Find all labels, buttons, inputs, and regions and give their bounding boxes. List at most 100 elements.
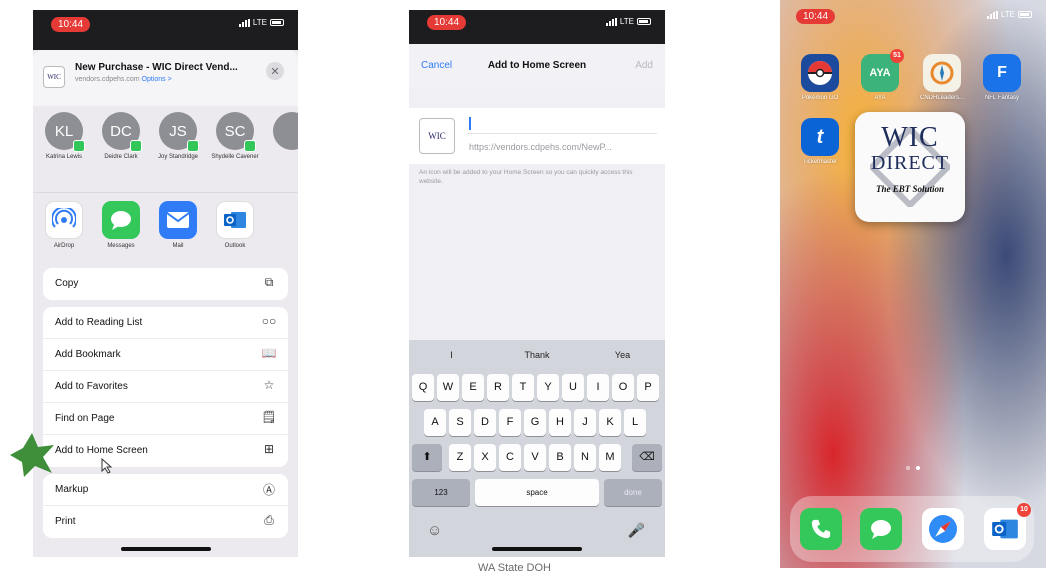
battery-icon — [1018, 11, 1032, 18]
action-add-to-reading-list[interactable]: Add to Reading List ○○ — [43, 307, 288, 339]
action-print[interactable]: Print ⎙ — [43, 506, 288, 538]
watermark-text: WA State DOH — [478, 562, 551, 574]
app-mail[interactable]: Mail — [153, 201, 203, 249]
action-add-bookmark[interactable]: Add Bookmark 📖 — [43, 339, 288, 371]
app-messages[interactable]: Messages — [96, 201, 146, 249]
messages-icon[interactable] — [860, 508, 902, 550]
mail-icon — [159, 201, 197, 239]
messages-badge-icon — [244, 140, 256, 152]
app-nfl-fantasy[interactable]: F NFL Fantasy — [974, 54, 1030, 101]
key-g[interactable]: G — [524, 409, 546, 436]
wic-line-2: DIRECT — [870, 152, 950, 174]
action-group-copy: Copy ⧉ — [43, 268, 288, 300]
hint-text: An icon will be added to your Home Scree… — [419, 169, 633, 185]
share-header: WIC New Purchase - WIC Direct Vend... ve… — [33, 50, 298, 106]
network-label: LTE — [1000, 10, 1015, 19]
key-n[interactable]: N — [574, 444, 596, 471]
key-y[interactable]: Y — [537, 374, 559, 401]
status-bar-area: 10:44 LTE — [409, 10, 665, 44]
key-r[interactable]: R — [487, 374, 509, 401]
phone-icon[interactable] — [800, 508, 842, 550]
messages-badge-icon — [187, 140, 199, 152]
key-k[interactable]: K — [599, 409, 621, 436]
outlook-icon — [216, 201, 254, 239]
status-bar-area: 10:44 LTE — [780, 6, 1046, 34]
key-l[interactable]: L — [624, 409, 646, 436]
action-add-to-favorites[interactable]: Add to Favorites ☆ — [43, 371, 288, 403]
page-indicator[interactable] — [780, 466, 1046, 470]
action-copy[interactable]: Copy ⧉ — [43, 268, 288, 300]
key-e[interactable]: E — [462, 374, 484, 401]
key-d[interactable]: D — [474, 409, 496, 436]
key-u[interactable]: U — [562, 374, 584, 401]
messages-badge-icon — [73, 140, 85, 152]
close-icon[interactable]: ✕ — [266, 62, 284, 80]
emoji-icon[interactable]: ☺ — [427, 522, 442, 539]
add-button[interactable]: Add — [635, 60, 653, 71]
key-o[interactable]: O — [612, 374, 634, 401]
contact-shydelle-cavener[interactable]: SC Shydelle Cavener — [210, 112, 260, 161]
key-x[interactable]: X — [474, 444, 496, 471]
key-v[interactable]: V — [524, 444, 546, 471]
suggestion-3[interactable]: Yea — [580, 340, 665, 370]
network-label: LTE — [619, 17, 634, 26]
star-icon: ☆ — [263, 378, 275, 392]
contact-partial[interactable] — [267, 112, 298, 150]
action-group-tools: Markup Ⓐ Print ⎙ — [43, 474, 288, 538]
key-c[interactable]: C — [499, 444, 521, 471]
contact-deidre-clark[interactable]: DC Deidre Clark — [96, 112, 146, 161]
status-bar-area: 10:44 LTE — [33, 10, 298, 50]
app-airdrop[interactable]: AirDrop — [39, 201, 89, 249]
app-ticketmaster[interactable]: t Ticketmaster — [792, 118, 848, 165]
key-z[interactable]: Z — [449, 444, 471, 471]
signal-icon — [605, 17, 617, 26]
key-w[interactable]: W — [437, 374, 459, 401]
app-pokemon-go[interactable]: Pokémon GO — [792, 54, 848, 101]
action-add-to-home-screen[interactable]: Add to Home Screen ⊞ — [43, 435, 288, 467]
suggestion-2[interactable]: Thank — [494, 340, 580, 370]
compass-icon — [923, 54, 961, 92]
key-j[interactable]: J — [574, 409, 596, 436]
action-markup[interactable]: Markup Ⓐ — [43, 474, 288, 506]
share-title: New Purchase - WIC Direct Vend... — [75, 62, 238, 73]
dock: 10 — [790, 496, 1034, 562]
microphone-icon[interactable]: 🎤 — [628, 522, 645, 539]
key-h[interactable]: H — [549, 409, 571, 436]
numbers-key[interactable]: 123 — [412, 479, 470, 506]
app-outlook[interactable]: Outlook — [210, 201, 260, 249]
outlook-icon[interactable]: 10 — [984, 503, 1031, 550]
key-q[interactable]: Q — [412, 374, 434, 401]
action-group-browser: Add to Reading List ○○ Add Bookmark 📖 Ad… — [43, 307, 288, 467]
safari-icon[interactable] — [922, 508, 964, 550]
pokeball-icon — [801, 54, 839, 92]
key-a[interactable]: A — [424, 409, 446, 436]
book-icon: 📖 — [261, 346, 277, 360]
key-b[interactable]: B — [549, 444, 571, 471]
messages-icon — [102, 201, 140, 239]
share-subtitle: vendors.cdpehs.com Options > — [75, 76, 172, 83]
share-apps-row: AirDrop Messages Mail Outlook — [33, 192, 298, 262]
messages-badge-icon — [130, 140, 142, 152]
wic-direct-app-icon[interactable]: WIC DIRECT The EBT Solution — [855, 112, 965, 222]
key-s[interactable]: S — [449, 409, 471, 436]
key-m[interactable]: M — [599, 444, 621, 471]
space-key[interactable]: space — [475, 479, 599, 506]
done-key[interactable]: done — [604, 479, 662, 506]
app-cndhleaders[interactable]: CNDHLeaders... — [914, 54, 970, 101]
key-t[interactable]: T — [512, 374, 534, 401]
shift-key[interactable]: ⬆ — [412, 444, 442, 471]
avatar: JS — [159, 112, 199, 152]
options-link[interactable]: Options > — [142, 76, 172, 83]
key-i[interactable]: I — [587, 374, 609, 401]
contact-joy-standridge[interactable]: JS Joy Standridge — [153, 112, 203, 161]
key-p[interactable]: P — [637, 374, 659, 401]
key-f[interactable]: F — [499, 409, 521, 436]
signal-icon — [238, 18, 250, 27]
suggestion-1[interactable]: I — [409, 340, 494, 370]
contact-katrina-lewis[interactable]: KL Katrina Lewis — [39, 112, 89, 161]
delete-key-icon[interactable]: ⌫ — [632, 444, 662, 471]
url-text: https://vendors.cdpehs.com/NewP... — [469, 142, 612, 152]
name-field[interactable] — [467, 114, 657, 134]
app-aya[interactable]: AYA 51 AYA — [852, 49, 908, 101]
action-find-on-page[interactable]: Find on Page 🗒 — [43, 403, 288, 435]
